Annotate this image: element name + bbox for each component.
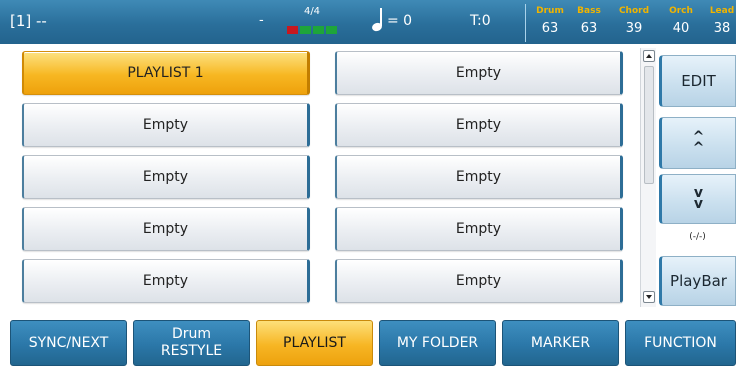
triangle-down-icon — [646, 295, 652, 299]
mix-bass: Bass 63 — [569, 4, 609, 37]
playlist-slot[interactable]: Empty — [335, 207, 623, 251]
playbar-label: PlayBar — [670, 272, 727, 290]
slot-label: Empty — [455, 117, 502, 133]
song-title: [1] -- — [10, 12, 47, 30]
slot-label: Empty — [142, 221, 189, 237]
tab-function[interactable]: FUNCTION — [625, 320, 736, 366]
slot-label: Empty — [455, 65, 502, 81]
playlist-slot[interactable]: Empty — [22, 207, 310, 251]
playlist-slot[interactable]: Empty — [22, 155, 310, 199]
playlist-scrollbar[interactable] — [640, 48, 656, 307]
mix-value: 38 — [713, 21, 731, 36]
transpose-value: T:0 — [470, 13, 491, 29]
mix-value: 39 — [625, 21, 643, 36]
tab-label: MY FOLDER — [396, 334, 479, 351]
mix-chord: Chord 39 — [614, 4, 654, 37]
double-chevron-down-icon: vv — [693, 185, 704, 212]
playlist-slot[interactable]: Empty — [335, 51, 623, 95]
slot-label: Empty — [142, 169, 189, 185]
edit-label: EDIT — [681, 72, 716, 90]
slot-label: Empty — [455, 273, 502, 289]
mix-value: 63 — [541, 21, 559, 36]
tab-label: PLAYLIST — [283, 334, 346, 351]
double-chevron-up-icon: ^ ^ — [692, 129, 705, 156]
tab-marker[interactable]: MARKER — [502, 320, 619, 366]
slot-label: Empty — [455, 221, 502, 237]
quarter-note-icon — [370, 8, 384, 33]
beat-led — [313, 26, 324, 34]
status-bar: [1] -- - 4/4 = 0 T:0 Drum 63 Bass 63 Cho… — [0, 0, 736, 44]
slot-label: Empty — [142, 117, 189, 133]
bottom-tab-bar: SYNC/NEXT Drum RESTYLE PLAYLIST MY FOLDE… — [0, 317, 736, 367]
edit-button[interactable]: EDIT — [659, 55, 736, 107]
beat-led — [326, 26, 337, 34]
mixer-levels: Drum 63 Bass 63 Chord 39 Orch 40 Lead 38 — [525, 4, 736, 42]
beat-led — [300, 26, 311, 34]
page-up-button[interactable]: ^ ^ — [659, 117, 736, 169]
tab-sublabel: RESTYLE — [160, 343, 223, 359]
tab-drum-restyle[interactable]: Drum RESTYLE — [133, 320, 250, 366]
scroll-up-button[interactable] — [643, 50, 655, 62]
playlist-slot[interactable]: Empty — [335, 259, 623, 303]
tab-label: Drum — [171, 326, 212, 342]
scroll-down-button[interactable] — [643, 291, 655, 303]
tab-label: FUNCTION — [644, 334, 717, 351]
slot-label: PLAYLIST 1 — [127, 65, 204, 81]
mix-drum: Drum 63 — [530, 4, 570, 37]
tab-label: SYNC/NEXT — [28, 334, 109, 351]
page-down-button[interactable]: vv — [659, 174, 736, 224]
playlist-slot[interactable]: PLAYLIST 1 — [22, 51, 310, 95]
playlist-slot[interactable]: Empty — [22, 103, 310, 147]
playlist-slot[interactable]: Empty — [335, 155, 623, 199]
playlist-slot[interactable]: Empty — [22, 259, 310, 303]
playlist-slot[interactable]: Empty — [335, 103, 623, 147]
scroll-thumb[interactable] — [644, 66, 654, 184]
page-indicator: (-/-) — [689, 232, 706, 242]
tab-playlist[interactable]: PLAYLIST — [256, 320, 373, 366]
tempo-value: = 0 — [387, 13, 413, 29]
beat-indicator — [287, 26, 337, 34]
mix-value: 40 — [672, 21, 690, 36]
beat-meter: 4/4 — [286, 6, 338, 38]
mix-value: 63 — [580, 21, 598, 36]
beat-led — [287, 26, 298, 34]
time-signature: 4/4 — [303, 6, 321, 17]
mix-label: Orch — [669, 6, 693, 16]
mix-label: Bass — [577, 6, 601, 16]
tab-my-folder[interactable]: MY FOLDER — [379, 320, 496, 366]
tab-sync-next[interactable]: SYNC/NEXT — [10, 320, 127, 366]
tab-label: MARKER — [530, 334, 591, 351]
mix-label: Drum — [536, 6, 564, 16]
triangle-up-icon — [646, 54, 652, 58]
status-dash: - — [259, 13, 264, 28]
slot-label: Empty — [142, 273, 189, 289]
mix-orch: Orch 40 — [661, 4, 701, 37]
tempo-display: = 0 — [370, 8, 413, 33]
slot-label: Empty — [455, 169, 502, 185]
mix-label: Chord — [618, 6, 650, 16]
playbar-button[interactable]: PlayBar — [659, 256, 736, 306]
mix-lead: Lead 38 — [702, 4, 736, 37]
mix-label: Lead — [709, 6, 735, 16]
